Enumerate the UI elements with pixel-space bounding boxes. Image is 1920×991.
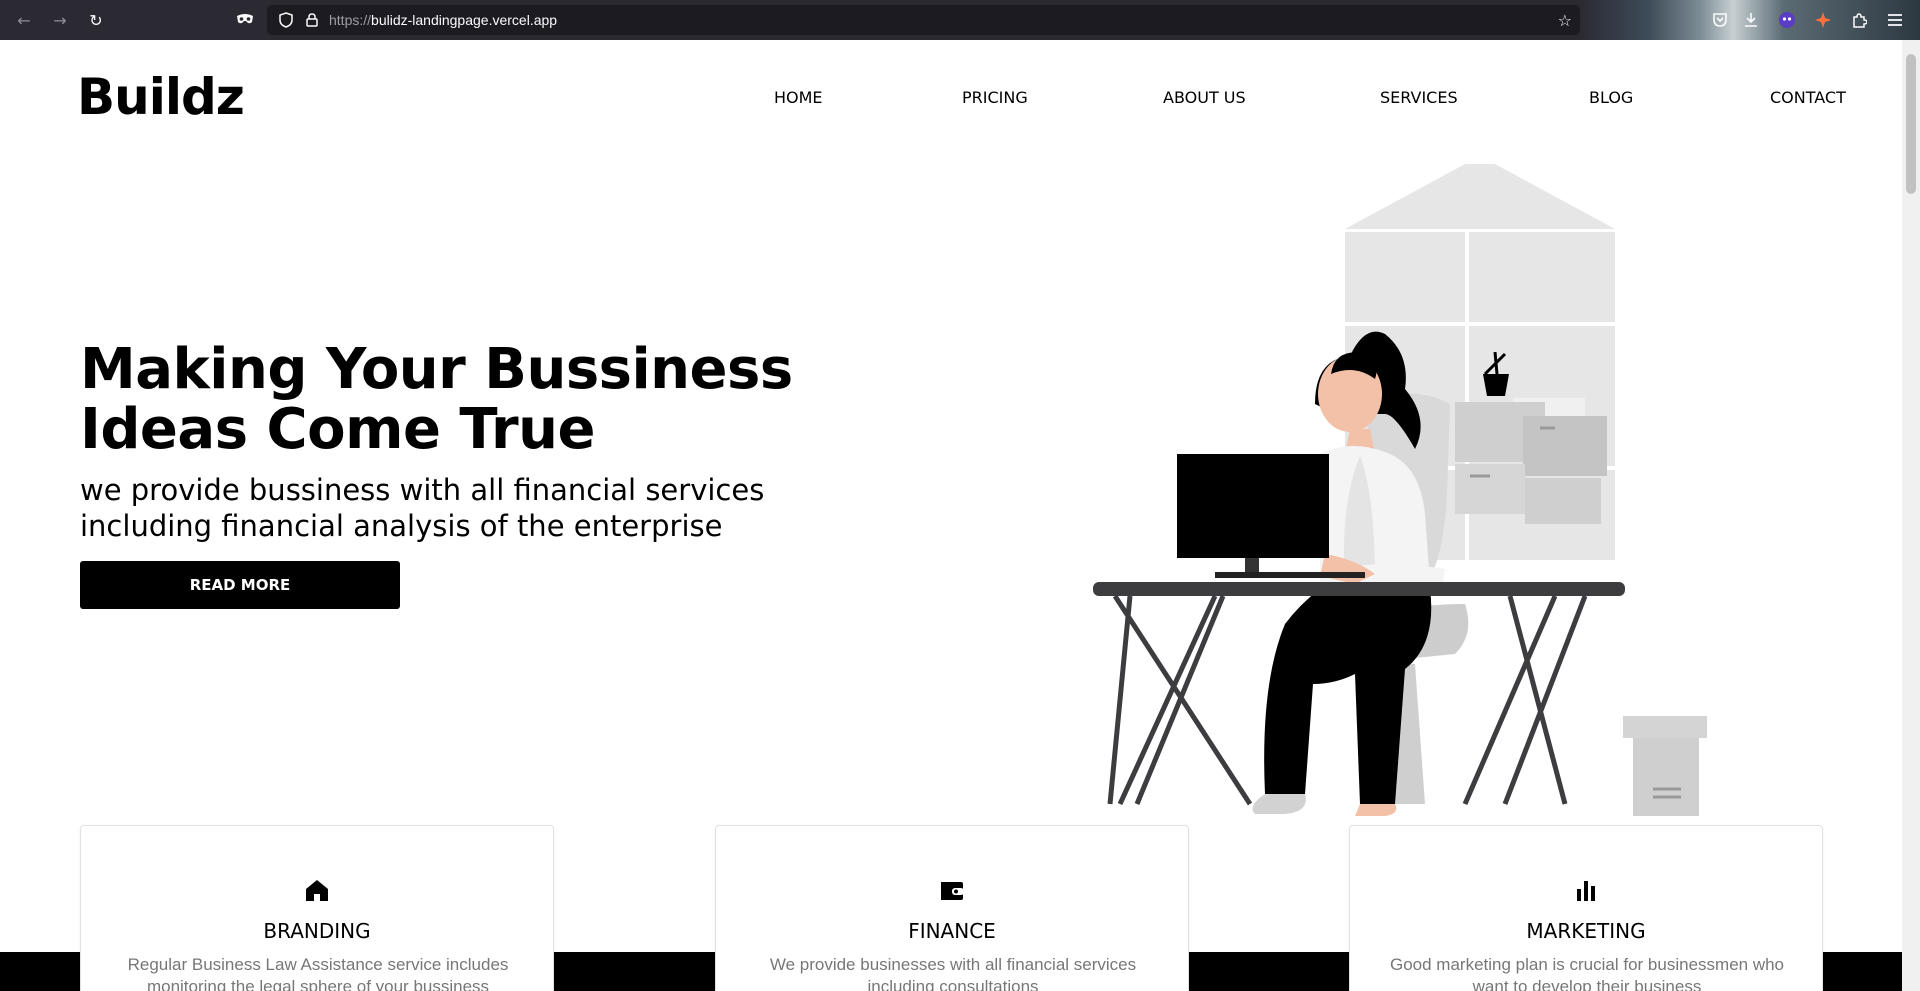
service-title: MARKETING bbox=[1526, 919, 1646, 943]
nav-contact[interactable]: CONTACT bbox=[1770, 88, 1846, 107]
trash-bin-graphic bbox=[1623, 716, 1707, 816]
hero-illustration bbox=[1093, 164, 1707, 816]
service-text: Regular Business Law Assistance service … bbox=[127, 955, 509, 991]
reload-icon[interactable]: ↻ bbox=[78, 0, 114, 40]
bookmark-star-icon[interactable]: ☆ bbox=[1558, 11, 1572, 30]
nav-blog[interactable]: BLOG bbox=[1589, 88, 1633, 107]
nav-about-us[interactable]: ABOUT US bbox=[1163, 88, 1246, 107]
landing-page: Buildz HOME PRICING ABOUT US SERVICES BL… bbox=[0, 40, 1902, 991]
page-scrollbar[interactable] bbox=[1902, 40, 1920, 991]
read-more-button[interactable]: READ MORE bbox=[80, 561, 400, 609]
private-mask-icon bbox=[237, 14, 253, 24]
boxes-graphic bbox=[1455, 398, 1607, 524]
service-card-marketing[interactable]: MARKETING Good marketing plan is crucial… bbox=[1349, 825, 1823, 991]
service-card-branding[interactable]: BRANDING Regular Business Law Assistance… bbox=[80, 825, 554, 991]
wallet-icon bbox=[941, 882, 964, 900]
lock-icon[interactable] bbox=[299, 13, 325, 27]
extension-spark-icon[interactable] bbox=[1812, 9, 1834, 31]
scrollbar-thumb[interactable] bbox=[1906, 54, 1916, 194]
shield-icon[interactable] bbox=[273, 12, 299, 28]
nav-pricing[interactable]: PRICING bbox=[962, 88, 1028, 107]
nav-services[interactable]: SERVICES bbox=[1380, 88, 1458, 107]
service-text: Good marketing plan is crucial for busin… bbox=[1389, 955, 1785, 991]
forward-arrow-icon[interactable]: → bbox=[42, 0, 78, 40]
nav-home[interactable]: HOME bbox=[774, 88, 823, 107]
browser-toolbar: ← → ↻ https://bulidz-landingpage.vercel.… bbox=[0, 0, 1920, 40]
main-nav: HOME PRICING ABOUT US SERVICES BLOG CONT… bbox=[0, 88, 1902, 118]
hero-subtitle: we provide bussiness with all financial … bbox=[80, 473, 765, 543]
address-bar[interactable]: https://bulidz-landingpage.vercel.app ☆ bbox=[267, 5, 1580, 35]
bar-chart-icon bbox=[1577, 881, 1595, 901]
service-title: BRANDING bbox=[263, 919, 371, 943]
toolbar-theme-area bbox=[1580, 0, 1920, 40]
pocket-icon[interactable] bbox=[1709, 9, 1731, 31]
download-icon[interactable] bbox=[1740, 9, 1762, 31]
extensions-puzzle-icon[interactable] bbox=[1848, 9, 1870, 31]
service-text: We provide businesses with all financial… bbox=[769, 955, 1137, 991]
extension-avatar-icon[interactable] bbox=[1776, 9, 1798, 31]
service-card-finance[interactable]: FINANCE We provide businesses with all f… bbox=[715, 825, 1189, 991]
menu-icon[interactable] bbox=[1884, 9, 1906, 31]
service-title: FINANCE bbox=[908, 919, 996, 943]
home-icon bbox=[306, 880, 328, 901]
back-arrow-icon[interactable]: ← bbox=[6, 0, 42, 40]
hero-title: Making Your Bussiness Ideas Come True bbox=[80, 337, 793, 462]
url-text[interactable]: https://bulidz-landingpage.vercel.app bbox=[329, 12, 557, 28]
